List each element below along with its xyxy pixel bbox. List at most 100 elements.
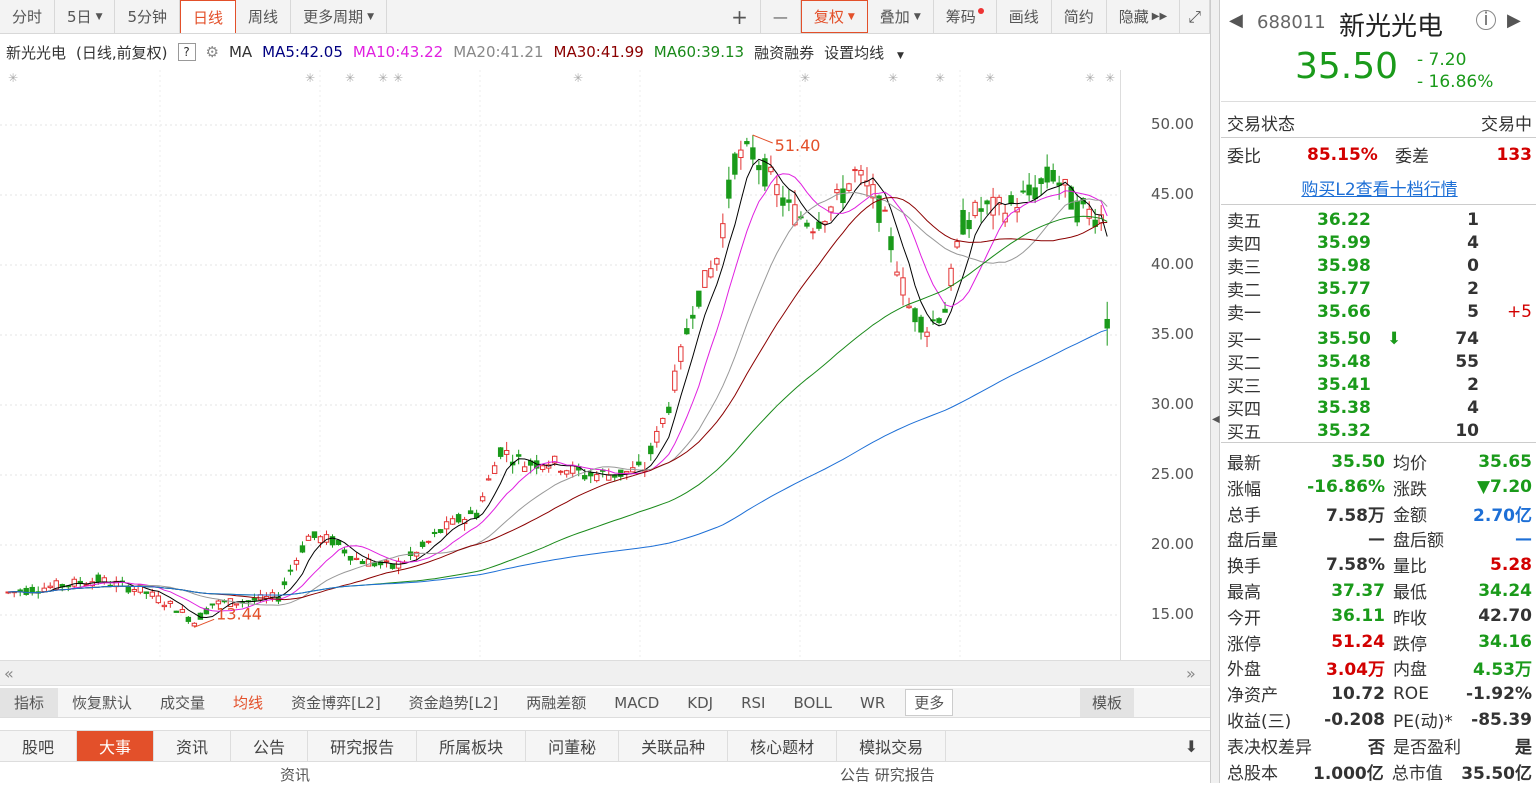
stat-label: 换手 bbox=[1227, 557, 1261, 578]
tab-fund-game[interactable]: 资金博弈[L2] bbox=[277, 692, 395, 713]
candle-body bbox=[161, 604, 168, 608]
more-indicators-button[interactable]: 更多 bbox=[905, 689, 954, 716]
candle-body bbox=[810, 231, 816, 234]
download-icon[interactable]: ⬇ bbox=[1173, 731, 1210, 761]
ask-change: +5 bbox=[1506, 301, 1532, 322]
chips-button[interactable]: 筹码 bbox=[933, 0, 997, 33]
chart-scrollbar[interactable]: « » bbox=[0, 660, 1210, 686]
ma-settings-button[interactable]: 设置均线 ▼ bbox=[824, 42, 914, 63]
candle-body bbox=[774, 184, 780, 196]
ma10-value: MA10:43.22 bbox=[352, 43, 444, 61]
scroll-right-icon[interactable]: » bbox=[1186, 664, 1196, 683]
candle-body bbox=[491, 465, 498, 474]
zoom-out-button[interactable]: — bbox=[760, 0, 801, 33]
tab-5day[interactable]: 5日 ▼ bbox=[55, 0, 116, 33]
ma30-value: MA30:41.99 bbox=[553, 43, 644, 61]
candle-body bbox=[1038, 178, 1044, 184]
candle-body bbox=[582, 475, 588, 480]
tab-sim-trade[interactable]: 模拟交易 bbox=[837, 731, 947, 761]
stat-value: 10.72 bbox=[1331, 683, 1385, 704]
tab-related[interactable]: 关联品种 bbox=[619, 731, 729, 761]
candle-body bbox=[485, 478, 492, 481]
bid-price: 35.48 bbox=[1317, 351, 1371, 372]
tab-more-periods[interactable]: 更多周期 ▼ bbox=[291, 0, 387, 33]
hide-button[interactable]: 隐藏 ▶▶ bbox=[1106, 0, 1181, 33]
bid-row[interactable]: 买二 35.48 55 bbox=[1227, 350, 1532, 375]
weicha-label: 委差 bbox=[1395, 147, 1429, 167]
simple-button[interactable]: 简约 bbox=[1051, 0, 1107, 33]
tab-margin-diff[interactable]: 两融差额 bbox=[512, 692, 600, 713]
l2-purchase-link[interactable]: 购买L2查看十档行情 bbox=[1301, 175, 1457, 200]
stat-value: 36.11 bbox=[1331, 606, 1385, 627]
candle-body bbox=[317, 536, 324, 544]
tab-fund-trend[interactable]: 资金趋势[L2] bbox=[395, 692, 513, 713]
tab-restore-default[interactable]: 恢复默认 bbox=[58, 692, 146, 713]
tab-core-theme[interactable]: 核心题材 bbox=[728, 731, 838, 761]
ask-row[interactable]: 卖三 35.98 0 bbox=[1227, 254, 1532, 279]
candle-body bbox=[972, 201, 978, 217]
template-button[interactable]: 模板 bbox=[1079, 688, 1134, 717]
bid-row[interactable]: 买四 35.38 4 bbox=[1227, 396, 1532, 421]
tab-forum[interactable]: 股吧 bbox=[0, 731, 78, 761]
candle-body bbox=[720, 223, 726, 239]
margin-trading-button[interactable]: 融资融券 bbox=[754, 42, 814, 63]
help-icon[interactable]: ? bbox=[177, 43, 196, 61]
candle-body bbox=[648, 445, 654, 455]
tab-ask-secretary[interactable]: 问董秘 bbox=[526, 731, 620, 761]
tab-macd[interactable]: MACD bbox=[600, 694, 673, 712]
candle-body bbox=[359, 561, 366, 565]
draw-line-button[interactable]: 画线 bbox=[996, 0, 1052, 33]
tab-kdj[interactable]: KDJ bbox=[673, 694, 727, 712]
stat-label: 最新 bbox=[1227, 454, 1261, 474]
tab-indicator[interactable]: 指标 bbox=[0, 688, 59, 717]
tab-sector[interactable]: 所属板块 bbox=[417, 731, 527, 761]
panel-splitter[interactable]: ◀ bbox=[1210, 0, 1220, 783]
tab-news[interactable]: 资讯 bbox=[154, 731, 232, 761]
tab-boll[interactable]: BOLL bbox=[779, 694, 846, 712]
tab-5min[interactable]: 5分钟 bbox=[115, 0, 181, 33]
tab-events[interactable]: 大事 bbox=[77, 731, 155, 761]
bid-row[interactable]: 买一 35.50 ⬇ 74 bbox=[1227, 327, 1532, 352]
candlestick-chart[interactable]: 51.40 13.44 ✳ ✳ ✳ ✳ ✳ ✳ ✳ ✳ ✳ ✳ ✳ ✳ bbox=[0, 70, 1120, 660]
tab-volume[interactable]: 成交量 bbox=[146, 692, 219, 713]
stats-row: 最高 37.37 最低 34.24 bbox=[1227, 579, 1532, 604]
collapse-arrow-icon[interactable]: ◀ bbox=[1212, 414, 1220, 425]
event-marker-icon: ✳ bbox=[378, 71, 388, 85]
candle-body bbox=[702, 270, 708, 288]
bid-row[interactable]: 买三 35.41 2 bbox=[1227, 373, 1532, 398]
stats-row: 总手 7.58万 金额 2.70亿 bbox=[1227, 502, 1532, 526]
stat-label: 涨停 bbox=[1227, 634, 1261, 655]
tab-wr[interactable]: WR bbox=[846, 694, 899, 712]
stock-name: 新光光电 bbox=[6, 43, 67, 62]
ma5-value: MA5:42.05 bbox=[262, 43, 343, 61]
next-stock-icon[interactable]: ▶ bbox=[1507, 10, 1521, 31]
bid-row[interactable]: 买五 35.32 10 bbox=[1227, 419, 1532, 444]
zoom-in-button[interactable]: + bbox=[719, 0, 761, 33]
candle-body bbox=[413, 551, 420, 557]
ask-row[interactable]: 卖一 35.66 5 +5 bbox=[1227, 300, 1532, 325]
ask-row[interactable]: 卖四 35.99 4 bbox=[1227, 231, 1532, 256]
ask-row[interactable]: 卖五 36.22 1 bbox=[1227, 208, 1532, 233]
info-icon[interactable]: i bbox=[1476, 10, 1496, 30]
overlay-button[interactable]: 叠加 ▼ bbox=[867, 0, 934, 33]
tab-daily[interactable]: 日线 bbox=[180, 0, 237, 33]
prev-stock-icon[interactable]: ◀ bbox=[1229, 10, 1243, 31]
ask-row[interactable]: 卖二 35.77 2 bbox=[1227, 277, 1532, 302]
fullscreen-icon[interactable]: ⤢ bbox=[1180, 0, 1210, 33]
tab-ma[interactable]: 均线 bbox=[219, 692, 277, 713]
ask-level-label: 卖一 bbox=[1227, 304, 1261, 324]
tab-weekly[interactable]: 周线 bbox=[236, 0, 292, 33]
low-price-label: 13.44 bbox=[216, 604, 262, 623]
tab-rsi[interactable]: RSI bbox=[727, 694, 779, 712]
candle-body bbox=[1026, 184, 1032, 196]
ask-level-label: 卖二 bbox=[1227, 281, 1261, 301]
tab-research[interactable]: 研究报告 bbox=[308, 731, 418, 761]
tab-intraday[interactable]: 分时 bbox=[0, 0, 56, 33]
trade-status-value: 交易中 bbox=[1481, 115, 1532, 135]
tab-announcements[interactable]: 公告 bbox=[231, 731, 309, 761]
candle-body bbox=[389, 563, 396, 569]
scroll-left-icon[interactable]: « bbox=[4, 664, 14, 683]
gear-icon[interactable]: ⚙ bbox=[206, 43, 219, 61]
adjust-button[interactable]: 复权 ▼ bbox=[800, 0, 868, 33]
candle-body bbox=[984, 200, 990, 205]
